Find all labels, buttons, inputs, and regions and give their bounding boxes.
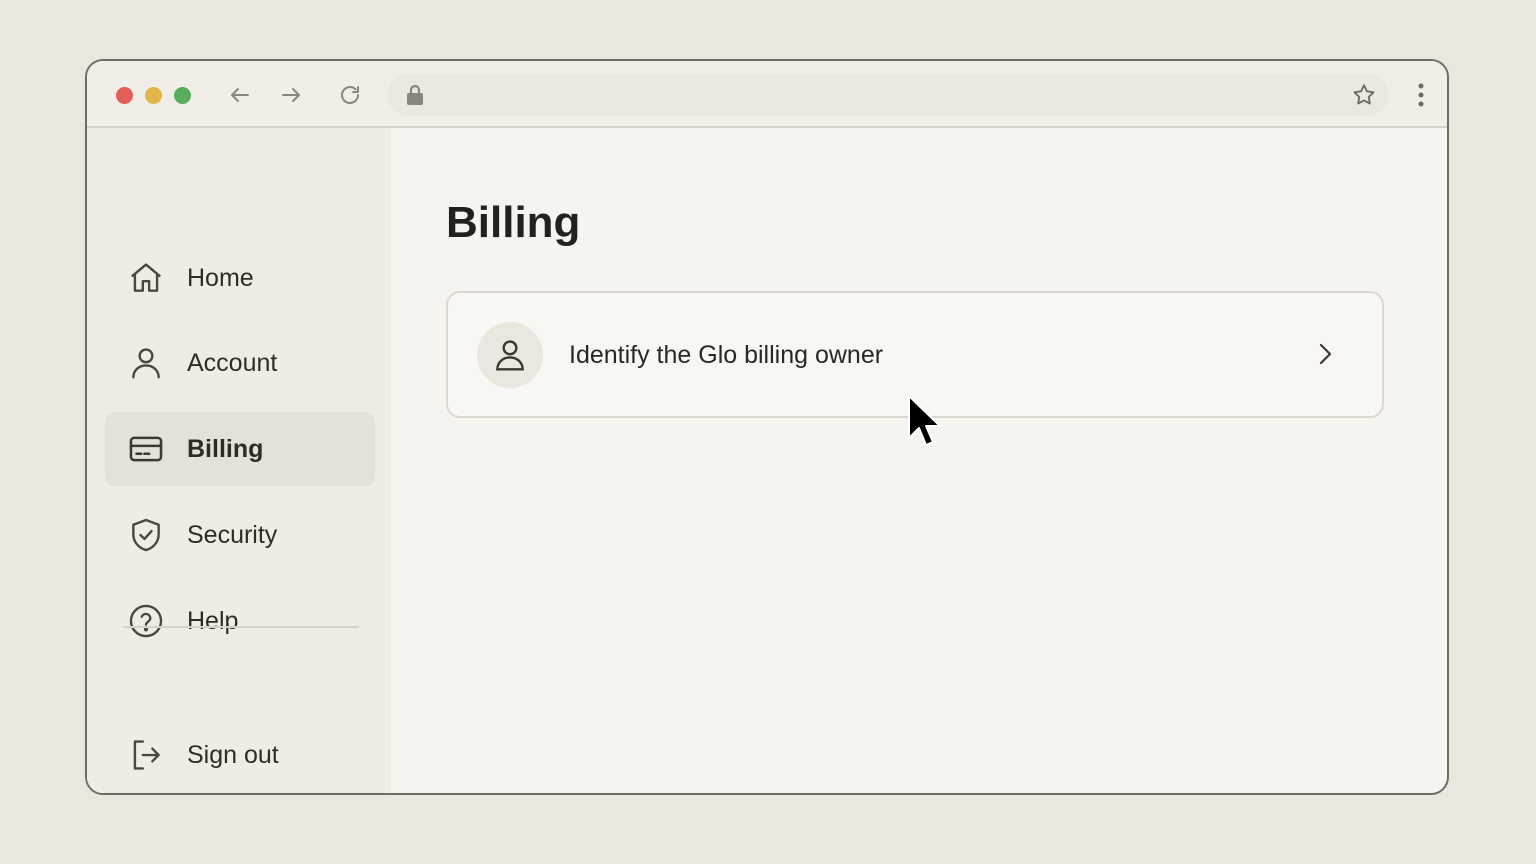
lock-icon — [405, 84, 425, 111]
sidebar-item-home[interactable]: Home — [105, 241, 375, 315]
sidebar: Home Account Billing Security Help Sign … — [87, 128, 391, 793]
main-content: Billing Identify the Glo billing owner — [391, 128, 1447, 793]
back-arrow-icon[interactable] — [226, 81, 254, 109]
mouse-cursor-icon — [905, 393, 945, 454]
chevron-right-icon — [1313, 341, 1337, 372]
home-icon — [127, 259, 165, 297]
sidebar-item-help[interactable]: Help — [105, 584, 375, 658]
sign-out-button[interactable]: Sign out — [105, 718, 375, 792]
close-window-button[interactable] — [116, 87, 133, 104]
sidebar-item-label: Billing — [187, 434, 264, 463]
forward-arrow-icon[interactable] — [277, 81, 305, 109]
reload-icon[interactable] — [336, 81, 364, 109]
shield-check-icon — [127, 516, 165, 554]
help-circle-icon — [127, 602, 165, 640]
minimize-window-button[interactable] — [145, 87, 162, 104]
more-vertical-icon[interactable] — [1417, 82, 1425, 113]
address-bar[interactable] — [387, 74, 1389, 116]
sidebar-item-billing[interactable]: Billing — [105, 412, 375, 486]
sidebar-item-label: Security — [187, 520, 278, 549]
maximize-window-button[interactable] — [174, 87, 191, 104]
sidebar-item-label: Help — [187, 606, 239, 635]
user-icon — [127, 344, 165, 382]
browser-window: Home Account Billing Security Help Sign … — [85, 59, 1449, 795]
credit-card-icon — [127, 430, 165, 468]
sign-out-label: Sign out — [187, 740, 279, 769]
sidebar-item-security[interactable]: Security — [105, 498, 375, 572]
sidebar-item-account[interactable]: Account — [105, 326, 375, 400]
star-icon[interactable] — [1351, 82, 1377, 113]
sidebar-divider — [123, 626, 359, 628]
billing-owner-label: Identify the Glo billing owner — [569, 341, 884, 369]
user-icon — [477, 322, 543, 388]
sidebar-item-label: Home — [187, 263, 254, 292]
page-title: Billing — [446, 198, 581, 247]
sign-out-icon — [127, 736, 165, 774]
browser-toolbar — [87, 61, 1447, 128]
sidebar-item-label: Account — [187, 348, 278, 377]
